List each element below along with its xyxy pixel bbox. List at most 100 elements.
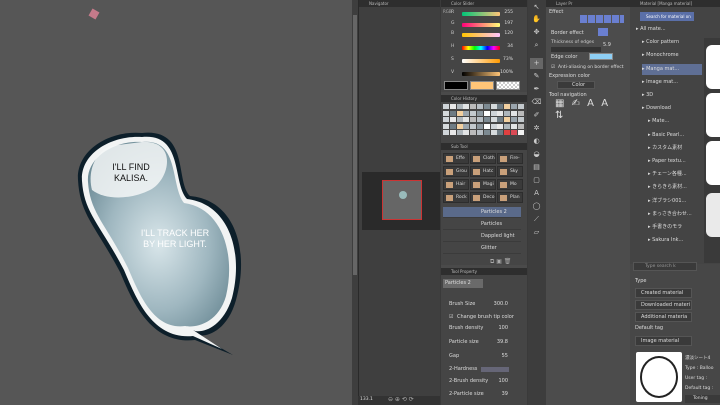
sub-tool-actions-icon[interactable]: ⧉ ▣ 🗑 [490, 258, 511, 266]
canvas-scroll-thumb[interactable] [353, 15, 357, 275]
fill-icon[interactable]: ◐ [530, 136, 543, 147]
material-thumbnail[interactable] [706, 45, 720, 89]
color-history-swatch[interactable] [456, 130, 463, 135]
color-history-swatch[interactable] [490, 110, 497, 116]
hardness-selector[interactable] [481, 367, 509, 372]
color-history-swatch[interactable] [463, 117, 470, 122]
sub-tool-tab[interactable]: Deco [470, 192, 496, 203]
change-tip-checkbox[interactable]: ☑ [449, 312, 453, 323]
sub-tool-tab[interactable]: Fire- [497, 153, 523, 164]
material-tree-item[interactable]: ▸ 3D [642, 90, 702, 101]
color-history-swatch[interactable] [477, 110, 483, 116]
material-tree-item[interactable]: ▸ All mate... [636, 24, 696, 35]
expression-color-select[interactable]: Color [557, 81, 595, 89]
v-value[interactable]: 100% [499, 70, 513, 75]
r-slider[interactable] [462, 12, 500, 16]
text-icon[interactable]: A [530, 188, 543, 199]
color-history-swatch[interactable] [449, 130, 456, 135]
figure-icon[interactable]: ▢ [530, 175, 543, 186]
color-history-swatch[interactable] [517, 130, 524, 135]
color-history-swatch[interactable] [504, 123, 511, 129]
color-history-swatch[interactable] [511, 110, 517, 116]
color-history-swatch[interactable] [470, 130, 477, 135]
material-tree-item[interactable]: ▸ チェーン各種... [648, 169, 708, 180]
color-history-grid[interactable] [443, 104, 525, 140]
g-slider[interactable] [462, 23, 500, 27]
move-icon[interactable]: ✥ [530, 27, 543, 38]
material-tree-item[interactable]: ▸ Download [642, 103, 702, 114]
color-history-swatch[interactable] [463, 130, 470, 135]
sub-tool-item[interactable]: Particles [443, 219, 521, 230]
color-history-swatch[interactable] [443, 123, 449, 129]
color-history-swatch[interactable] [470, 123, 477, 129]
color-history-swatch[interactable] [490, 117, 497, 122]
gap-value[interactable]: 55 [488, 351, 508, 362]
sub-tool-tab[interactable]: Plan [497, 192, 523, 203]
color-history-swatch[interactable] [511, 130, 517, 135]
brush-density-2-value[interactable]: 100 [488, 376, 508, 387]
color-history-swatch[interactable] [443, 130, 449, 135]
zoom-controls-icon[interactable]: ⊖ ⊕ ⟲ ⟳ [388, 396, 414, 403]
color-history-swatch[interactable] [497, 130, 504, 135]
color-history-swatch[interactable] [497, 117, 504, 122]
sub-tool-tab[interactable]: Hair [443, 179, 469, 190]
material-thumbnail[interactable] [706, 93, 720, 137]
color-history-swatch[interactable] [490, 123, 497, 129]
color-history-swatch[interactable] [504, 130, 511, 135]
h-value[interactable]: 34 [499, 44, 513, 49]
color-history-swatch[interactable] [483, 130, 490, 135]
gradient-icon[interactable]: ▤ [530, 162, 543, 173]
color-history-swatch[interactable] [504, 117, 511, 122]
color-mode-label[interactable]: RGB [443, 9, 452, 14]
material-tree-item[interactable]: ▸ Paper textu... [648, 156, 708, 167]
sub-tool-item[interactable]: Glitter [443, 243, 521, 254]
anti-alias-checkbox[interactable]: ☑ [551, 65, 555, 70]
main-color-swatch[interactable] [444, 81, 468, 90]
color-history-swatch[interactable] [517, 123, 524, 129]
sub-tool-tab[interactable]: Rock [443, 192, 469, 203]
color-history-swatch[interactable] [449, 123, 456, 129]
color-history-swatch[interactable] [477, 130, 483, 135]
sub-tool-tab[interactable]: Cloth [470, 153, 496, 164]
brush-icon[interactable]: ✐ [530, 110, 543, 121]
b-value[interactable]: 120 [499, 31, 513, 36]
toning-button[interactable]: Toning [685, 395, 720, 403]
material-tree-item[interactable]: ▸ Monochrome [642, 50, 702, 61]
s-slider[interactable] [462, 59, 500, 63]
material-tree-item[interactable]: ▸ Color pattern [642, 37, 702, 48]
color-history-swatch[interactable] [443, 117, 449, 122]
brush-density-value[interactable]: 100 [488, 323, 508, 334]
color-history-swatch[interactable] [456, 110, 463, 116]
color-history-swatch[interactable] [443, 110, 449, 116]
color-history-swatch[interactable] [470, 104, 477, 109]
color-history-swatch[interactable] [497, 104, 504, 109]
edge-color-swatch[interactable] [589, 53, 613, 60]
material-search-button[interactable]: Search for material on [640, 12, 694, 21]
sub-tool-item[interactable]: Dappled light [443, 231, 521, 242]
color-history-swatch[interactable] [456, 123, 463, 129]
color-history-swatch[interactable] [470, 110, 477, 116]
material-tree-item[interactable]: ▸ Image mat... [642, 77, 702, 88]
brush-size-value[interactable]: 300.0 [488, 299, 508, 310]
category-additional[interactable]: Additional materia [635, 312, 692, 322]
particle-size-value[interactable]: 39.8 [488, 337, 508, 348]
material-tree-item[interactable]: ▸ 手書きのモラ [648, 222, 708, 233]
sub-tool-tab[interactable]: Mo [497, 179, 523, 190]
material-tree-item[interactable]: ▸ Mate... [648, 116, 708, 127]
color-history-swatch[interactable] [490, 130, 497, 135]
color-history-swatch[interactable] [477, 117, 483, 122]
sub-tool-tab[interactable]: Effe [443, 153, 469, 164]
v-slider[interactable] [462, 72, 500, 76]
balloon-icon[interactable]: ◯ [530, 201, 543, 212]
color-history-swatch[interactable] [463, 110, 470, 116]
sub-view-icon[interactable]: + [530, 58, 543, 69]
sub-tool-tab[interactable]: Grou [443, 166, 469, 177]
sub-tool-tab[interactable]: Hatc [470, 166, 496, 177]
sub-tool-tab[interactable]: Sky [497, 166, 523, 177]
b-slider[interactable] [462, 33, 500, 37]
color-history-swatch[interactable] [517, 117, 524, 122]
color-history-swatch[interactable] [483, 117, 490, 122]
zoom-readout[interactable]: 133.1 [360, 397, 373, 402]
g-value[interactable]: 197 [499, 21, 513, 26]
color-history-swatch[interactable] [470, 117, 477, 122]
